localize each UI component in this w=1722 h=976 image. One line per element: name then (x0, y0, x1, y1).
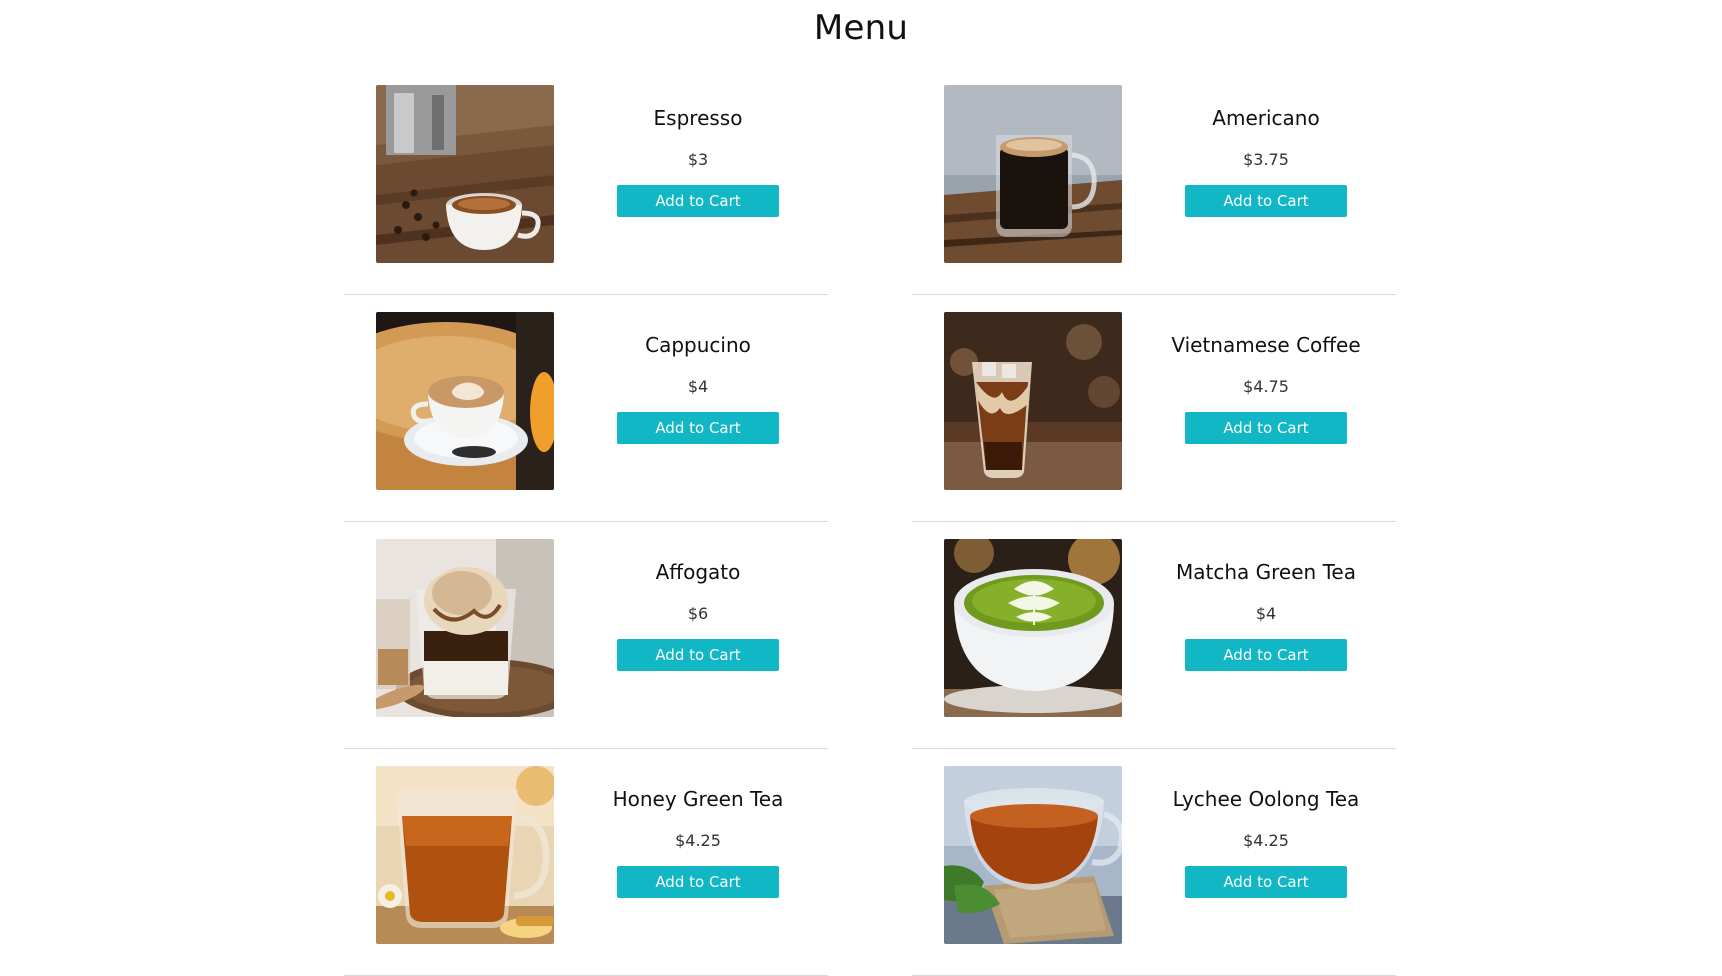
affogato-photo (376, 539, 554, 717)
menu-item-matcha-green-tea: Matcha Green Tea $4 Add to Cart (912, 522, 1396, 749)
item-price: $6 (687, 604, 709, 623)
item-name: Lychee Oolong Tea (1172, 787, 1360, 811)
lychee-oolong-tea-photo (944, 766, 1122, 944)
menu-item-affogato: Affogato $6 Add to Cart (344, 522, 828, 749)
item-name: Vietnamese Coffee (1171, 333, 1361, 357)
add-to-cart-button[interactable]: Add to Cart (617, 412, 779, 444)
menu-item-lychee-oolong-tea: Lychee Oolong Tea $4.25 Add to Cart (912, 749, 1396, 976)
menu-item-espresso: Espresso $3 Add to Cart (344, 68, 828, 295)
matcha-photo (944, 539, 1122, 717)
item-name: Espresso (653, 106, 743, 130)
item-price: $4 (1255, 604, 1277, 623)
menu-item-vietnamese-coffee: Vietnamese Coffee $4.75 Add to Cart (912, 295, 1396, 522)
item-name: Cappucino (645, 333, 751, 357)
cappuccino-photo (376, 312, 554, 490)
honey-green-tea-photo (376, 766, 554, 944)
item-price: $4.25 (1243, 831, 1289, 850)
espresso-photo (376, 85, 554, 263)
vietnamese-coffee-photo (944, 312, 1122, 490)
item-name: Americano (1212, 106, 1320, 130)
page-title: Menu (813, 8, 909, 48)
add-to-cart-button[interactable]: Add to Cart (1185, 185, 1347, 217)
item-price: $4.25 (675, 831, 721, 850)
item-name: Affogato (655, 560, 741, 584)
item-price: $3.75 (1243, 150, 1289, 169)
add-to-cart-button[interactable]: Add to Cart (617, 639, 779, 671)
americano-photo (944, 85, 1122, 263)
menu-item-cappucino: Cappucino $4 Add to Cart (344, 295, 828, 522)
item-price: $4.75 (1243, 377, 1289, 396)
item-name: Honey Green Tea (612, 787, 784, 811)
add-to-cart-button[interactable]: Add to Cart (617, 866, 779, 898)
item-name: Matcha Green Tea (1176, 560, 1356, 584)
menu-item-americano: Americano $3.75 Add to Cart (912, 68, 1396, 295)
item-price: $3 (687, 150, 709, 169)
add-to-cart-button[interactable]: Add to Cart (1185, 639, 1347, 671)
add-to-cart-button[interactable]: Add to Cart (1185, 412, 1347, 444)
add-to-cart-button[interactable]: Add to Cart (617, 185, 779, 217)
menu-item-honey-green-tea: Honey Green Tea $4.25 Add to Cart (344, 749, 828, 976)
add-to-cart-button[interactable]: Add to Cart (1185, 866, 1347, 898)
item-price: $4 (687, 377, 709, 396)
menu-grid: Espresso $3 Add to Cart Americano $3.75 (344, 68, 1396, 976)
